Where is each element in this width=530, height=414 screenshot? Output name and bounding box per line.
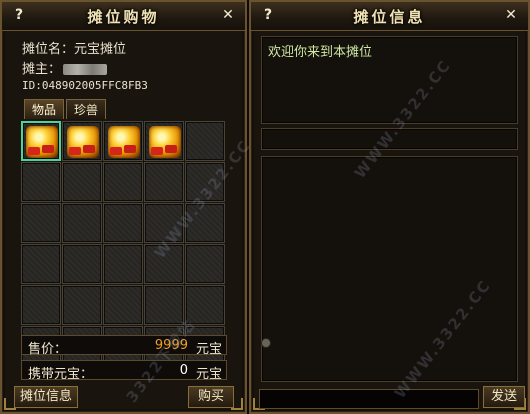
close-icon[interactable]: ✕ — [218, 6, 238, 24]
inventory-slot[interactable] — [185, 203, 225, 243]
stall-name-label: 摊位名： — [22, 42, 75, 57]
tab-pets[interactable]: 珍兽 — [66, 99, 106, 119]
gold-ingot-icon — [149, 126, 181, 158]
price-label: 售价： — [28, 342, 68, 357]
info-title: 摊位信息 — [353, 8, 426, 26]
inventory-slot[interactable] — [103, 121, 143, 161]
send-button[interactable]: 发送 — [483, 386, 525, 408]
owner-name-blurred — [63, 64, 108, 75]
chat-log[interactable] — [261, 156, 518, 382]
gold-ingot-icon — [108, 126, 140, 158]
inventory-slot[interactable] — [103, 203, 143, 243]
inventory-slot[interactable] — [62, 162, 102, 202]
inventory-slot[interactable] — [144, 244, 184, 284]
inventory-slot[interactable] — [62, 203, 102, 243]
inventory-slot[interactable] — [185, 285, 225, 325]
inventory-slot[interactable] — [21, 285, 61, 325]
item-grid — [21, 121, 225, 366]
inventory-slot[interactable] — [62, 121, 102, 161]
scroll-knob-icon[interactable] — [261, 338, 271, 348]
inventory-slot[interactable] — [103, 162, 143, 202]
inventory-slot[interactable] — [103, 244, 143, 284]
stall-name-row: 摊位名：元宝摊位 — [22, 38, 126, 57]
carry-row: 携带元宝： 0 元宝 — [21, 360, 227, 382]
inventory-slot[interactable] — [144, 285, 184, 325]
inventory-slot[interactable] — [185, 244, 225, 284]
welcome-text: 欢迎你来到本摊位 — [268, 45, 373, 60]
inventory-slot[interactable] — [185, 162, 225, 202]
gold-ingot-icon — [26, 126, 58, 158]
inventory-slot[interactable] — [62, 244, 102, 284]
info-titlebar[interactable]: ? 摊位信息 ✕ — [251, 2, 528, 31]
carry-value: 0 — [179, 363, 188, 378]
inventory-slot[interactable] — [144, 203, 184, 243]
buy-button[interactable]: 购买 — [188, 386, 234, 408]
inventory-slot[interactable] — [21, 244, 61, 284]
gold-ingot-icon — [67, 126, 99, 158]
inventory-slot[interactable] — [21, 162, 61, 202]
inventory-slot[interactable] — [144, 121, 184, 161]
stall-id: ID:048902005FFC8FB3 — [22, 79, 148, 92]
stall-name-value: 元宝摊位 — [74, 42, 127, 57]
info-panel: ? 摊位信息 ✕ 欢迎你来到本摊位 发送 — [249, 0, 530, 414]
price-value: 9999 — [154, 338, 188, 353]
inventory-slot[interactable] — [62, 285, 102, 325]
inventory-slot[interactable] — [21, 203, 61, 243]
owner-row: 摊主： — [22, 58, 108, 77]
shop-titlebar[interactable]: ? 摊位购物 ✕ — [2, 2, 245, 31]
stall-message-box: 欢迎你来到本摊位 — [261, 36, 518, 124]
message-divider-bar — [261, 128, 518, 150]
close-icon[interactable]: ✕ — [501, 6, 521, 24]
carry-unit: 元宝 — [195, 367, 222, 382]
tab-items[interactable]: 物品 — [24, 99, 64, 119]
price-row: 售价： 9999 元宝 — [21, 335, 227, 357]
price-unit: 元宝 — [195, 342, 222, 357]
inventory-slot[interactable] — [103, 285, 143, 325]
chat-input[interactable] — [259, 389, 479, 409]
stall-info-button[interactable]: 摊位信息 — [14, 386, 78, 408]
inventory-slot[interactable] — [21, 121, 61, 161]
shop-title: 摊位购物 — [87, 8, 160, 26]
carry-label: 携带元宝： — [28, 367, 94, 382]
inventory-slot[interactable] — [185, 121, 225, 161]
inventory-slot[interactable] — [144, 162, 184, 202]
shop-panel: ? 摊位购物 ✕ 摊位名：元宝摊位 摊主： ID:048902005FFC8FB… — [0, 0, 247, 414]
owner-label: 摊主： — [22, 62, 62, 77]
